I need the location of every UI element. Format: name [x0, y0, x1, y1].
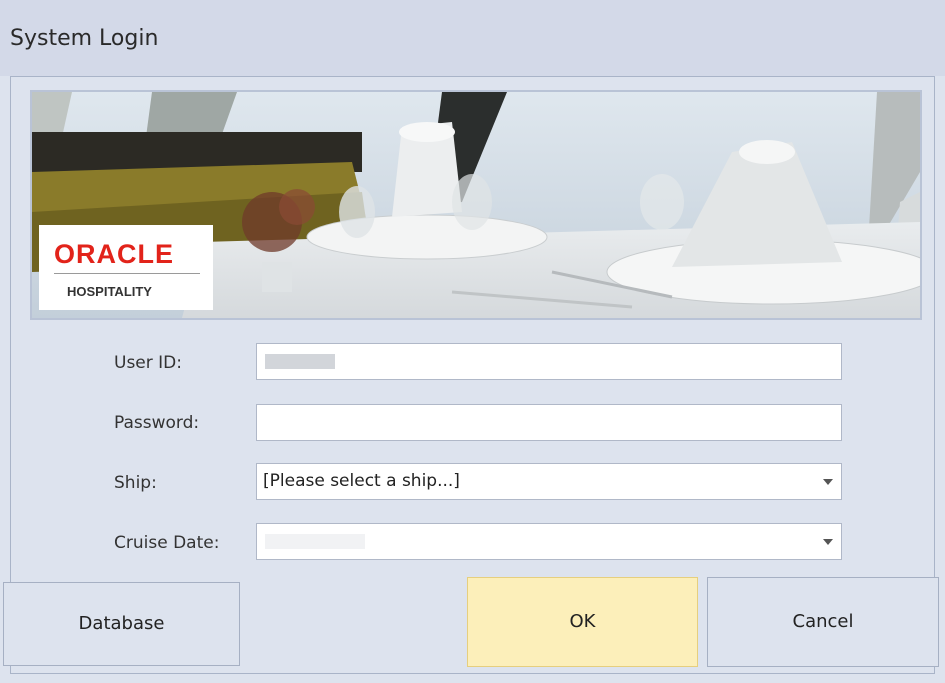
header-banner-image: ORACLE HOSPITALITY — [30, 90, 922, 320]
user-id-value-redacted — [265, 354, 335, 369]
password-input[interactable] — [256, 404, 842, 441]
title-bar: System Login — [0, 0, 945, 76]
ship-label: Ship: — [114, 473, 157, 493]
dropdown-arrow-icon[interactable] — [823, 539, 833, 545]
login-window: System Login ORACLE HOSPITALITY User ID:… — [0, 0, 945, 683]
login-panel: ORACLE HOSPITALITY User ID: Password: Sh… — [3, 76, 939, 674]
cruise-date-dropdown[interactable] — [256, 523, 842, 560]
logo-divider — [54, 273, 200, 274]
cancel-button[interactable]: Cancel — [707, 577, 939, 667]
ship-dropdown-value: [Please select a ship...] — [263, 471, 460, 491]
cruise-date-value-redacted — [265, 534, 365, 549]
ship-dropdown[interactable]: [Please select a ship...] — [256, 463, 842, 500]
logo-brand-text: ORACLE — [54, 239, 174, 269]
window-title: System Login — [10, 26, 159, 51]
oracle-hospitality-logo: ORACLE HOSPITALITY — [39, 225, 213, 310]
database-button[interactable]: Database — [3, 582, 240, 666]
ok-button[interactable]: OK — [467, 577, 698, 667]
cruise-date-label: Cruise Date: — [114, 533, 220, 553]
password-label: Password: — [114, 413, 200, 433]
user-id-label: User ID: — [114, 353, 182, 373]
dropdown-arrow-icon[interactable] — [823, 479, 833, 485]
user-id-input[interactable] — [256, 343, 842, 380]
logo-tagline-text: HOSPITALITY — [67, 284, 152, 299]
